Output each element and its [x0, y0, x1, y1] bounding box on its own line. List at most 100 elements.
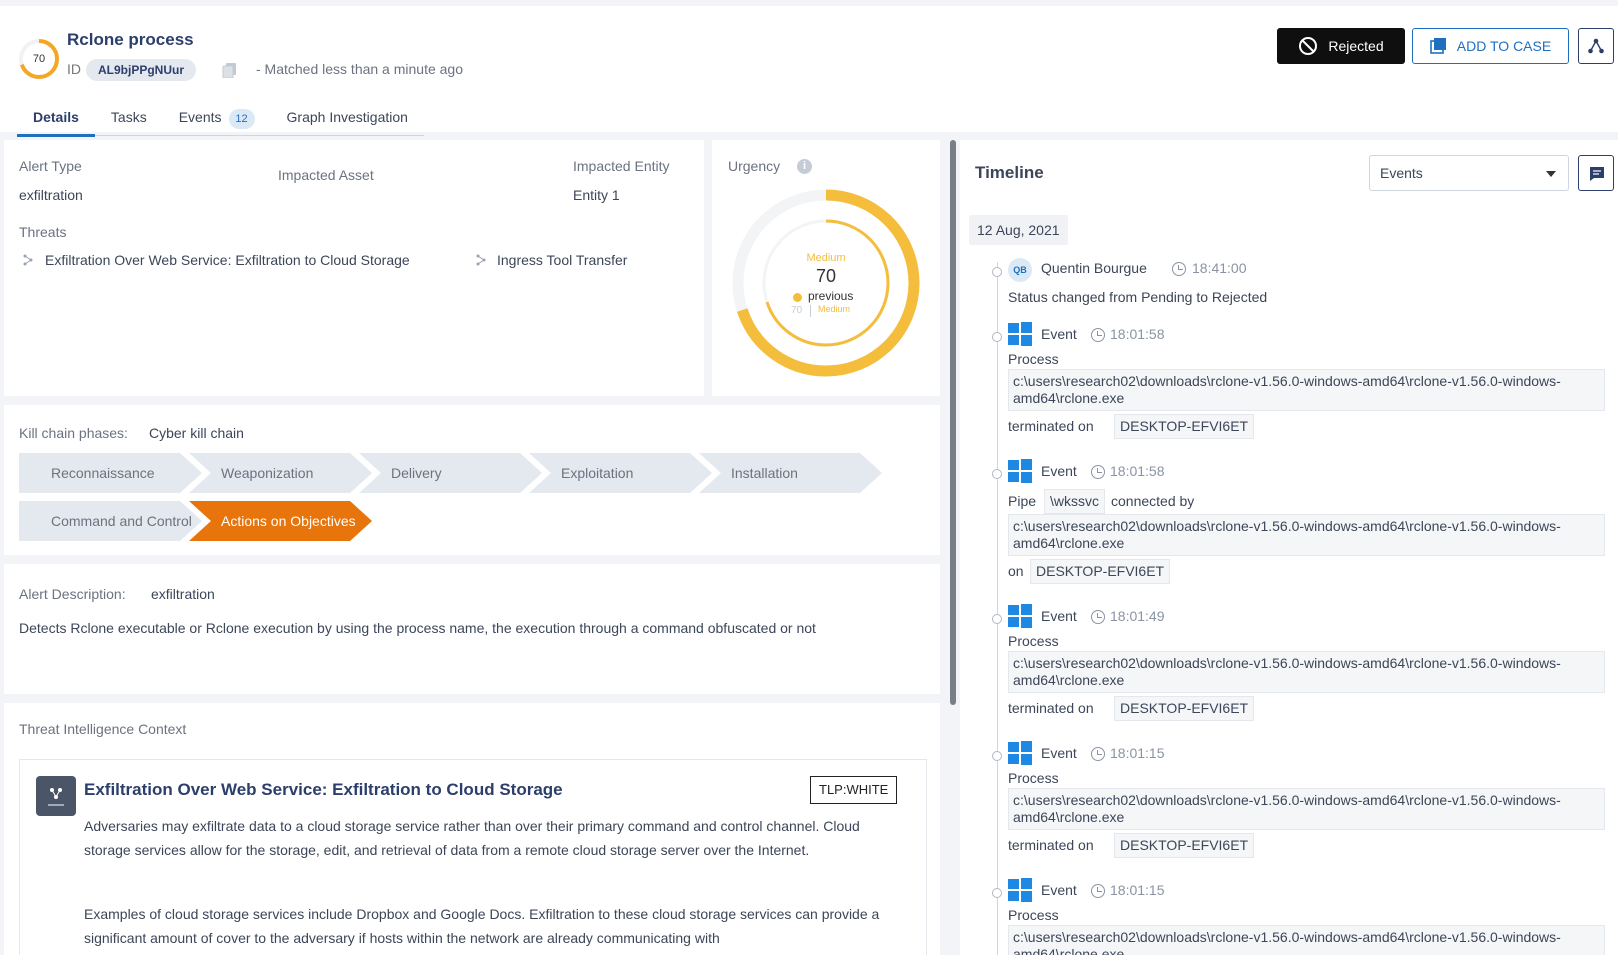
process-path[interactable]: c:\users\research02\downloads\rclone-v1.…	[1008, 788, 1605, 830]
host-badge[interactable]: DESKTOP-EFVI6ET	[1114, 414, 1255, 439]
mitre-icon	[36, 776, 76, 816]
host-badge[interactable]: DESKTOP-EFVI6ET	[1114, 696, 1255, 721]
event-label[interactable]: Event	[1041, 326, 1077, 342]
tab-graph-investigation[interactable]: Graph Investigation	[271, 102, 424, 136]
avatar: QB	[1008, 258, 1032, 282]
windows-icon	[1008, 459, 1032, 483]
comment-author: Quentin Bourgue	[1041, 260, 1147, 276]
process-path[interactable]: c:\users\research02\downloads\rclone-v1.…	[1008, 925, 1605, 955]
tab-details[interactable]: Details	[17, 102, 95, 137]
previous-value: 70	[791, 305, 803, 316]
kill-chain-phase-active: Actions on Objectives	[189, 501, 372, 541]
previous-dot	[793, 293, 802, 302]
block-icon	[1299, 37, 1318, 55]
event-time: 18:01:58	[1110, 463, 1165, 479]
event-time: 18:01:15	[1110, 745, 1165, 761]
threat-intel-panel: Threat Intelligence Context Exfiltration…	[4, 703, 940, 955]
clock-icon	[1172, 262, 1186, 276]
threat-card-paragraph: Adversaries may exfiltrate data to a clo…	[84, 818, 860, 858]
event-label[interactable]: Event	[1041, 463, 1077, 479]
process-path[interactable]: c:\users\research02\downloads\rclone-v1.…	[1008, 514, 1605, 556]
event-label[interactable]: Event	[1041, 882, 1077, 898]
event-time: 18:01:49	[1110, 608, 1165, 624]
event-label[interactable]: Event	[1041, 745, 1077, 761]
impacted-entity-label: Impacted Entity	[573, 158, 670, 174]
event-suffix: terminated on	[1008, 837, 1094, 853]
timeline-date: 12 Aug, 2021	[969, 215, 1068, 245]
details-panel: Alert Type exfiltration Impacted Asset I…	[4, 140, 704, 396]
impacted-entity-value[interactable]: Entity 1	[573, 187, 620, 203]
matched-time: - Matched less than a minute ago	[256, 61, 464, 77]
kill-chain-value: Cyber kill chain	[149, 425, 244, 441]
timeline-dot	[992, 888, 1002, 898]
urgency-panel: Urgency i Medium 70 previous 70 Medium	[712, 140, 940, 396]
event-time: 18:01:58	[1110, 326, 1165, 342]
description-text: Detects Rclone executable or Rclone exec…	[19, 620, 816, 636]
event-suffix: terminated on	[1008, 700, 1094, 716]
alert-id-badge: AL9bjPPgNUur	[86, 59, 197, 81]
kill-chain-phase: Exploitation	[529, 453, 712, 493]
timeline-title: Timeline	[975, 163, 1044, 182]
id-label: ID	[67, 61, 81, 77]
event-suffix: on	[1008, 563, 1024, 579]
tab-tasks[interactable]: Tasks	[95, 102, 163, 136]
risk-score-value: 70	[32, 53, 46, 65]
pipe-name[interactable]: \wkssvc	[1044, 489, 1105, 514]
threat-card-paragraph: Examples of cloud storage services inclu…	[84, 906, 880, 946]
graph-button[interactable]	[1578, 28, 1614, 64]
add-to-case-button[interactable]: ADD TO CASE	[1412, 28, 1569, 64]
impacted-asset-label: Impacted Asset	[278, 167, 374, 183]
alert-type-value: exfiltration	[19, 187, 83, 203]
timeline-dot	[992, 751, 1002, 761]
windows-icon	[1008, 741, 1032, 765]
info-icon[interactable]: i	[797, 159, 812, 174]
timeline-dot	[992, 469, 1002, 479]
process-path[interactable]: c:\users\research02\downloads\rclone-v1.…	[1008, 651, 1605, 693]
host-badge[interactable]: DESKTOP-EFVI6ET	[1114, 833, 1255, 858]
alert-type-label: Alert Type	[19, 158, 82, 174]
rejected-status-button[interactable]: Rejected	[1277, 28, 1405, 64]
timeline-filter-select[interactable]: Events	[1369, 155, 1569, 191]
threat-intel-card: Exfiltration Over Web Service: Exfiltrat…	[19, 759, 927, 955]
event-time: 18:01:15	[1110, 882, 1165, 898]
detail-tabs: Details Tasks Events 12 Graph Investigati…	[17, 102, 424, 137]
timeline-dot	[992, 332, 1002, 342]
previous-label: previous	[808, 289, 854, 303]
threat-card-title[interactable]: Exfiltration Over Web Service: Exfiltrat…	[84, 780, 563, 800]
threat-tag[interactable]	[474, 253, 488, 272]
event-kind: Process	[1008, 351, 1059, 367]
event-kind: Process	[1008, 907, 1059, 923]
case-icon	[1429, 38, 1446, 54]
threat-name[interactable]: Ingress Tool Transfer	[497, 252, 627, 268]
windows-icon	[1008, 322, 1032, 346]
kill-chain-panel: Kill chain phases: Cyber kill chain Reco…	[4, 405, 940, 555]
urgency-value: 70	[815, 266, 837, 286]
comment-text: Status changed from Pending to Rejected	[1008, 289, 1268, 305]
process-path[interactable]: c:\users\research02\downloads\rclone-v1.…	[1008, 369, 1605, 411]
tlp-badge: TLP:WHITE	[810, 776, 898, 804]
description-value: exfiltration	[151, 586, 215, 602]
rejected-label: Rejected	[1328, 38, 1384, 54]
kill-chain-phase: Delivery	[359, 453, 542, 493]
event-kind: Process	[1008, 633, 1059, 649]
description-label: Alert Description:	[19, 586, 126, 602]
details-scrollbar[interactable]	[950, 140, 956, 705]
kill-chain-label: Kill chain phases:	[19, 425, 128, 441]
clock-icon	[1091, 610, 1105, 624]
tab-events[interactable]: Events 12	[163, 102, 271, 136]
chevron-down-icon	[1546, 171, 1556, 177]
comment-icon	[1590, 167, 1604, 181]
threat-tag[interactable]	[21, 253, 35, 272]
kill-chain-phase: Command and Control	[19, 501, 202, 541]
comment-button[interactable]	[1578, 155, 1614, 191]
windows-icon	[1008, 604, 1032, 628]
threat-name[interactable]: Exfiltration Over Web Service: Exfiltrat…	[45, 252, 410, 268]
event-kind: Pipe	[1008, 493, 1037, 509]
timeline-dot	[992, 267, 1002, 277]
event-label[interactable]: Event	[1041, 608, 1077, 624]
previous-level: Medium	[818, 304, 851, 314]
host-badge[interactable]: DESKTOP-EFVI6ET	[1030, 559, 1171, 584]
description-panel: Alert Description: exfiltration Detects …	[4, 564, 940, 694]
events-count-badge: 12	[228, 109, 255, 129]
copy-icon[interactable]	[222, 62, 238, 79]
